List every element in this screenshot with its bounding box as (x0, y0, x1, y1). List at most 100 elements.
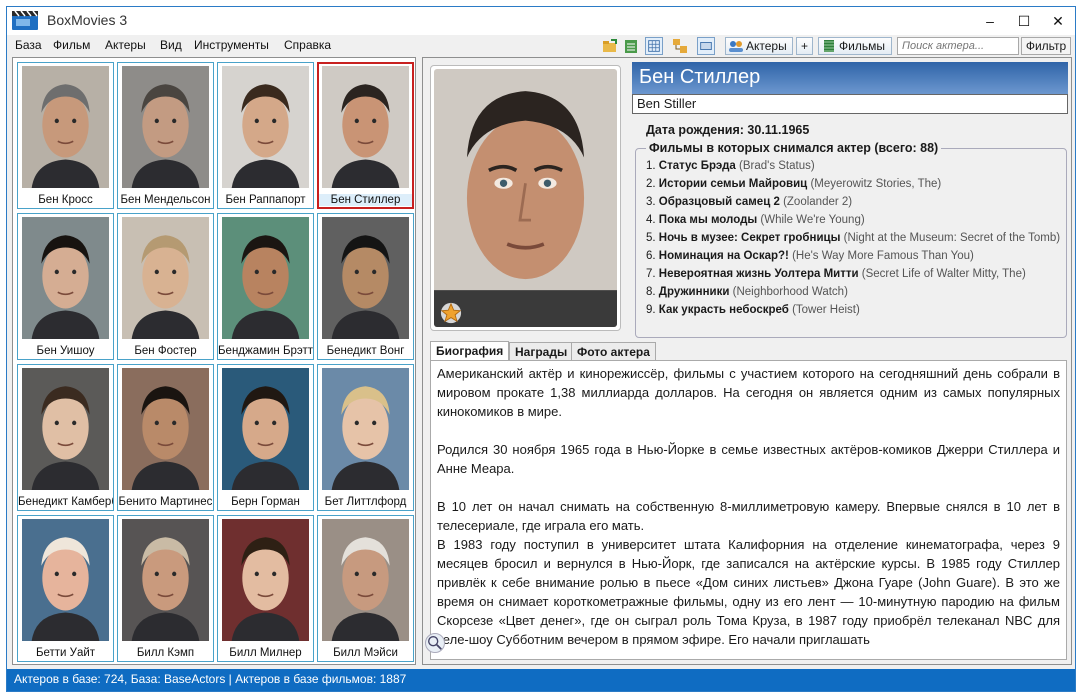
actor-photo (222, 368, 309, 490)
menu-database[interactable]: База (15, 38, 42, 52)
actor-card[interactable]: Бен Фостер (117, 213, 214, 360)
org-view-icon[interactable] (671, 37, 689, 55)
actor-name: Бенджамин Брэтт (218, 345, 313, 357)
menu-film[interactable]: Фильм (53, 38, 90, 52)
film-list-item[interactable]: 2. Истории семьи Майровиц (Meyerowitz St… (646, 178, 941, 190)
maximize-button[interactable]: ☐ (1007, 9, 1041, 33)
actor-search-input[interactable] (897, 37, 1019, 55)
actor-card[interactable]: Бен Мендельсон (117, 62, 214, 209)
actor-card[interactable]: Билл Милнер (217, 515, 314, 662)
actor-photo (222, 217, 309, 339)
actor-name: Билл Мэйси (333, 647, 398, 659)
actor-photo (322, 519, 409, 641)
film-original-title: (Neighborhood Watch) (732, 286, 848, 298)
actor-card[interactable]: Бен Уишоу (17, 213, 114, 360)
actor-photo (22, 217, 109, 339)
actor-photo (122, 368, 209, 490)
film-title: Истории семьи Майровиц (658, 178, 808, 190)
actor-card[interactable]: Бенедикт Камбербэтч (17, 364, 114, 511)
film-number: 4. (646, 214, 656, 226)
film-list-item[interactable]: 1. Статус Брэда (Brad's Status) (646, 160, 815, 172)
actor-card[interactable]: Бетти Уайт (17, 515, 114, 662)
actor-thumbnail-image (322, 368, 409, 490)
actor-card[interactable]: Бет Литтлфорд (317, 364, 414, 511)
minimize-button[interactable]: – (973, 9, 1007, 33)
actor-card[interactable]: Бен Кросс (17, 62, 114, 209)
actor-main-photo[interactable] (430, 65, 621, 331)
film-number: 7. (646, 268, 656, 280)
film-title: Как украсть небоскреб (658, 304, 789, 316)
biography-paragraph (431, 478, 1066, 497)
film-number: 8. (646, 286, 656, 298)
actor-card[interactable]: Бенджамин Брэтт (217, 213, 314, 360)
film-list-item[interactable]: 8. Дружинники (Neighborhood Watch) (646, 286, 848, 298)
actor-photo (22, 519, 109, 641)
actor-name: Бен Мендельсон (120, 194, 211, 206)
menu-tools[interactable]: Инструменты (194, 38, 269, 52)
biography-paragraph (431, 421, 1066, 440)
actor-photo (322, 66, 409, 188)
film-original-title: (Brad's Status) (739, 160, 815, 172)
film-original-title: (Night at the Museum: Secret of the Tomb… (843, 232, 1061, 244)
actor-card[interactable]: Берн Горман (217, 364, 314, 511)
films-button-label: Фильмы (839, 39, 885, 53)
actor-photo (122, 217, 209, 339)
film-list-item[interactable]: 5. Ночь в музее: Секрет гробницы (Night … (646, 232, 1060, 244)
actor-photo (222, 519, 309, 641)
film-original-title: (Meyerowitz Stories, The) (810, 178, 942, 190)
actor-name: Билл Милнер (229, 647, 302, 659)
film-clapper-icon (12, 10, 38, 30)
actor-name-banner: Бен Стиллер (632, 62, 1068, 94)
actor-card[interactable]: Бен Раппапорт (217, 62, 314, 209)
actors-toggle-button[interactable]: Актеры (725, 37, 793, 55)
actor-card[interactable]: Билл Кэмп (117, 515, 214, 662)
actor-card[interactable]: Билл Мэйси (317, 515, 414, 662)
film-list-item[interactable]: 7. Невероятная жизнь Уолтера Митти (Secr… (646, 268, 1026, 280)
menu-help[interactable]: Справка (284, 38, 331, 52)
sheet-export-icon[interactable] (622, 37, 640, 55)
actor-card[interactable]: Бен Стиллер (317, 62, 414, 209)
film-number: 1. (646, 160, 656, 172)
film-list-item[interactable]: 9. Как украсть небоскреб (Tower Heist) (646, 304, 860, 316)
menu-actors[interactable]: Актеры (105, 38, 146, 52)
add-actor-button[interactable]: + (796, 37, 813, 55)
zoom-icon[interactable] (425, 633, 445, 653)
film-list-item[interactable]: 4. Пока мы молоды (While We're Young) (646, 214, 865, 226)
actor-grid[interactable]: Бен Кросс Бен Мендельсон Бен Раппапорт Бен … (12, 57, 416, 665)
actor-portrait-image (434, 69, 617, 327)
actor-name: Бен Кросс (38, 194, 93, 206)
actor-photo (122, 66, 209, 188)
biography-text[interactable]: Американский актёр и кинорежиссёр, фильм… (430, 360, 1067, 660)
folder-export-icon[interactable] (601, 37, 619, 55)
title-bar[interactable]: BoxMovies 3 – ☐ ✕ (7, 7, 1075, 35)
actor-thumbnail-image (222, 519, 309, 641)
card-view-icon[interactable] (697, 37, 715, 55)
film-list-item[interactable]: 6. Номинация на Оскар?! (He's Way More F… (646, 250, 974, 262)
film-original-title: (Tower Heist) (792, 304, 860, 316)
actor-photo (22, 66, 109, 188)
film-original-title: (He's Way More Famous Than You) (792, 250, 974, 262)
film-original-title: (Secret Life of Walter Mitty, The) (861, 268, 1026, 280)
actor-card[interactable]: Бенито Мартинес (117, 364, 214, 511)
actor-thumbnail-image (22, 519, 109, 641)
film-title: Ночь в музее: Секрет гробницы (658, 232, 841, 244)
actor-thumbnail-image (122, 217, 209, 339)
grid-view-icon[interactable] (645, 37, 663, 55)
films-toggle-button[interactable]: Фильмы (818, 37, 892, 55)
tab-awards[interactable]: Награды (509, 342, 574, 360)
film-original-title: (While We're Young) (760, 214, 865, 226)
filter-button[interactable]: Фильтр (1021, 37, 1071, 55)
menu-view[interactable]: Вид (160, 38, 182, 52)
favorite-star-icon[interactable] (440, 302, 462, 324)
tab-biography[interactable]: Биография (430, 341, 510, 361)
actor-card[interactable]: Бенедикт Вонг (317, 213, 414, 360)
film-list-item[interactable]: 3. Образцовый самец 2 (Zoolander 2) (646, 196, 852, 208)
biography-paragraph: Родился 30 ноября 1965 года в Нью-Йорке … (437, 442, 1060, 476)
birth-date: Дата рождения: 30.11.1965 (646, 123, 810, 137)
actor-photo (222, 66, 309, 188)
close-button[interactable]: ✕ (1041, 9, 1075, 33)
film-title: Невероятная жизнь Уолтера Митти (658, 268, 859, 280)
films-icon (824, 40, 834, 52)
tab-actor-photos[interactable]: Фото актера (571, 342, 656, 360)
actor-thumbnail-image (222, 66, 309, 188)
